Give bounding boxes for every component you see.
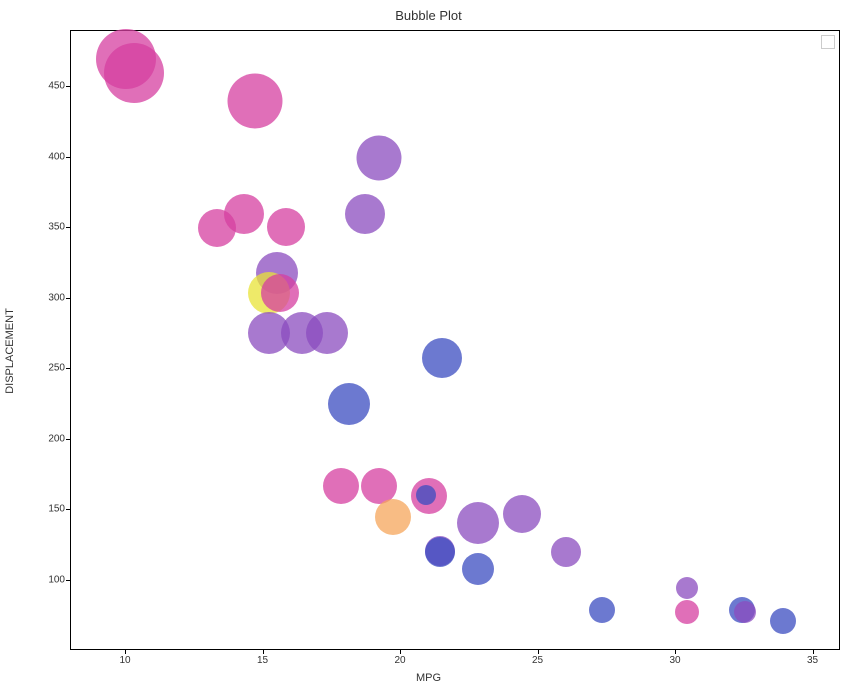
bubble-point [328,383,370,425]
y-tick-mark [66,86,70,87]
y-tick-mark [66,157,70,158]
x-tick-mark [538,650,539,654]
bubble-point [323,468,359,504]
x-axis-label: MPG [416,672,441,684]
bubble-point [425,537,455,567]
y-tick-mark [66,298,70,299]
bubble-point [770,608,796,634]
x-tick-label: 25 [532,655,543,666]
x-tick-label: 10 [119,655,130,666]
bubble-point [261,274,299,312]
x-tick-label: 20 [394,655,405,666]
bubble-point [503,495,541,533]
x-tick-mark [400,650,401,654]
x-tick-label: 30 [669,655,680,666]
bubble-point [734,601,756,623]
bubble-point [457,502,499,544]
y-tick-label: 350 [35,222,65,233]
y-tick-label: 150 [35,504,65,515]
bubble-point [375,499,411,535]
bubble-point [676,577,698,599]
y-tick-mark [66,439,70,440]
x-tick-mark [813,650,814,654]
x-tick-mark [675,650,676,654]
chart-title: Bubble Plot [395,8,462,23]
legend-box [821,35,835,49]
bubble-point [416,485,436,505]
plot-area [70,30,840,650]
y-tick-mark [66,368,70,369]
bubble-point [228,74,283,129]
y-tick-mark [66,580,70,581]
x-tick-mark [263,650,264,654]
bubble-point [345,194,385,234]
y-tick-label: 100 [35,574,65,585]
bubble-point [675,600,699,624]
x-tick-label: 35 [807,655,818,666]
chart-container [70,30,840,650]
y-tick-label: 200 [35,433,65,444]
y-axis-label: DISPLACEMENT [4,308,16,394]
bubble-point [589,597,615,623]
x-tick-label: 15 [257,655,268,666]
bubble-point [267,208,305,246]
x-tick-mark [125,650,126,654]
y-tick-label: 300 [35,292,65,303]
bubble-point [462,553,494,585]
bubble-point [422,338,462,378]
y-tick-mark [66,509,70,510]
bubble-point [198,209,236,247]
y-tick-mark [66,227,70,228]
bubble-point [357,135,402,180]
bubble-point [306,312,348,354]
bubble-point [551,537,581,567]
y-tick-label: 450 [35,81,65,92]
bubble-point [104,43,164,103]
y-tick-label: 400 [35,151,65,162]
y-tick-label: 250 [35,363,65,374]
